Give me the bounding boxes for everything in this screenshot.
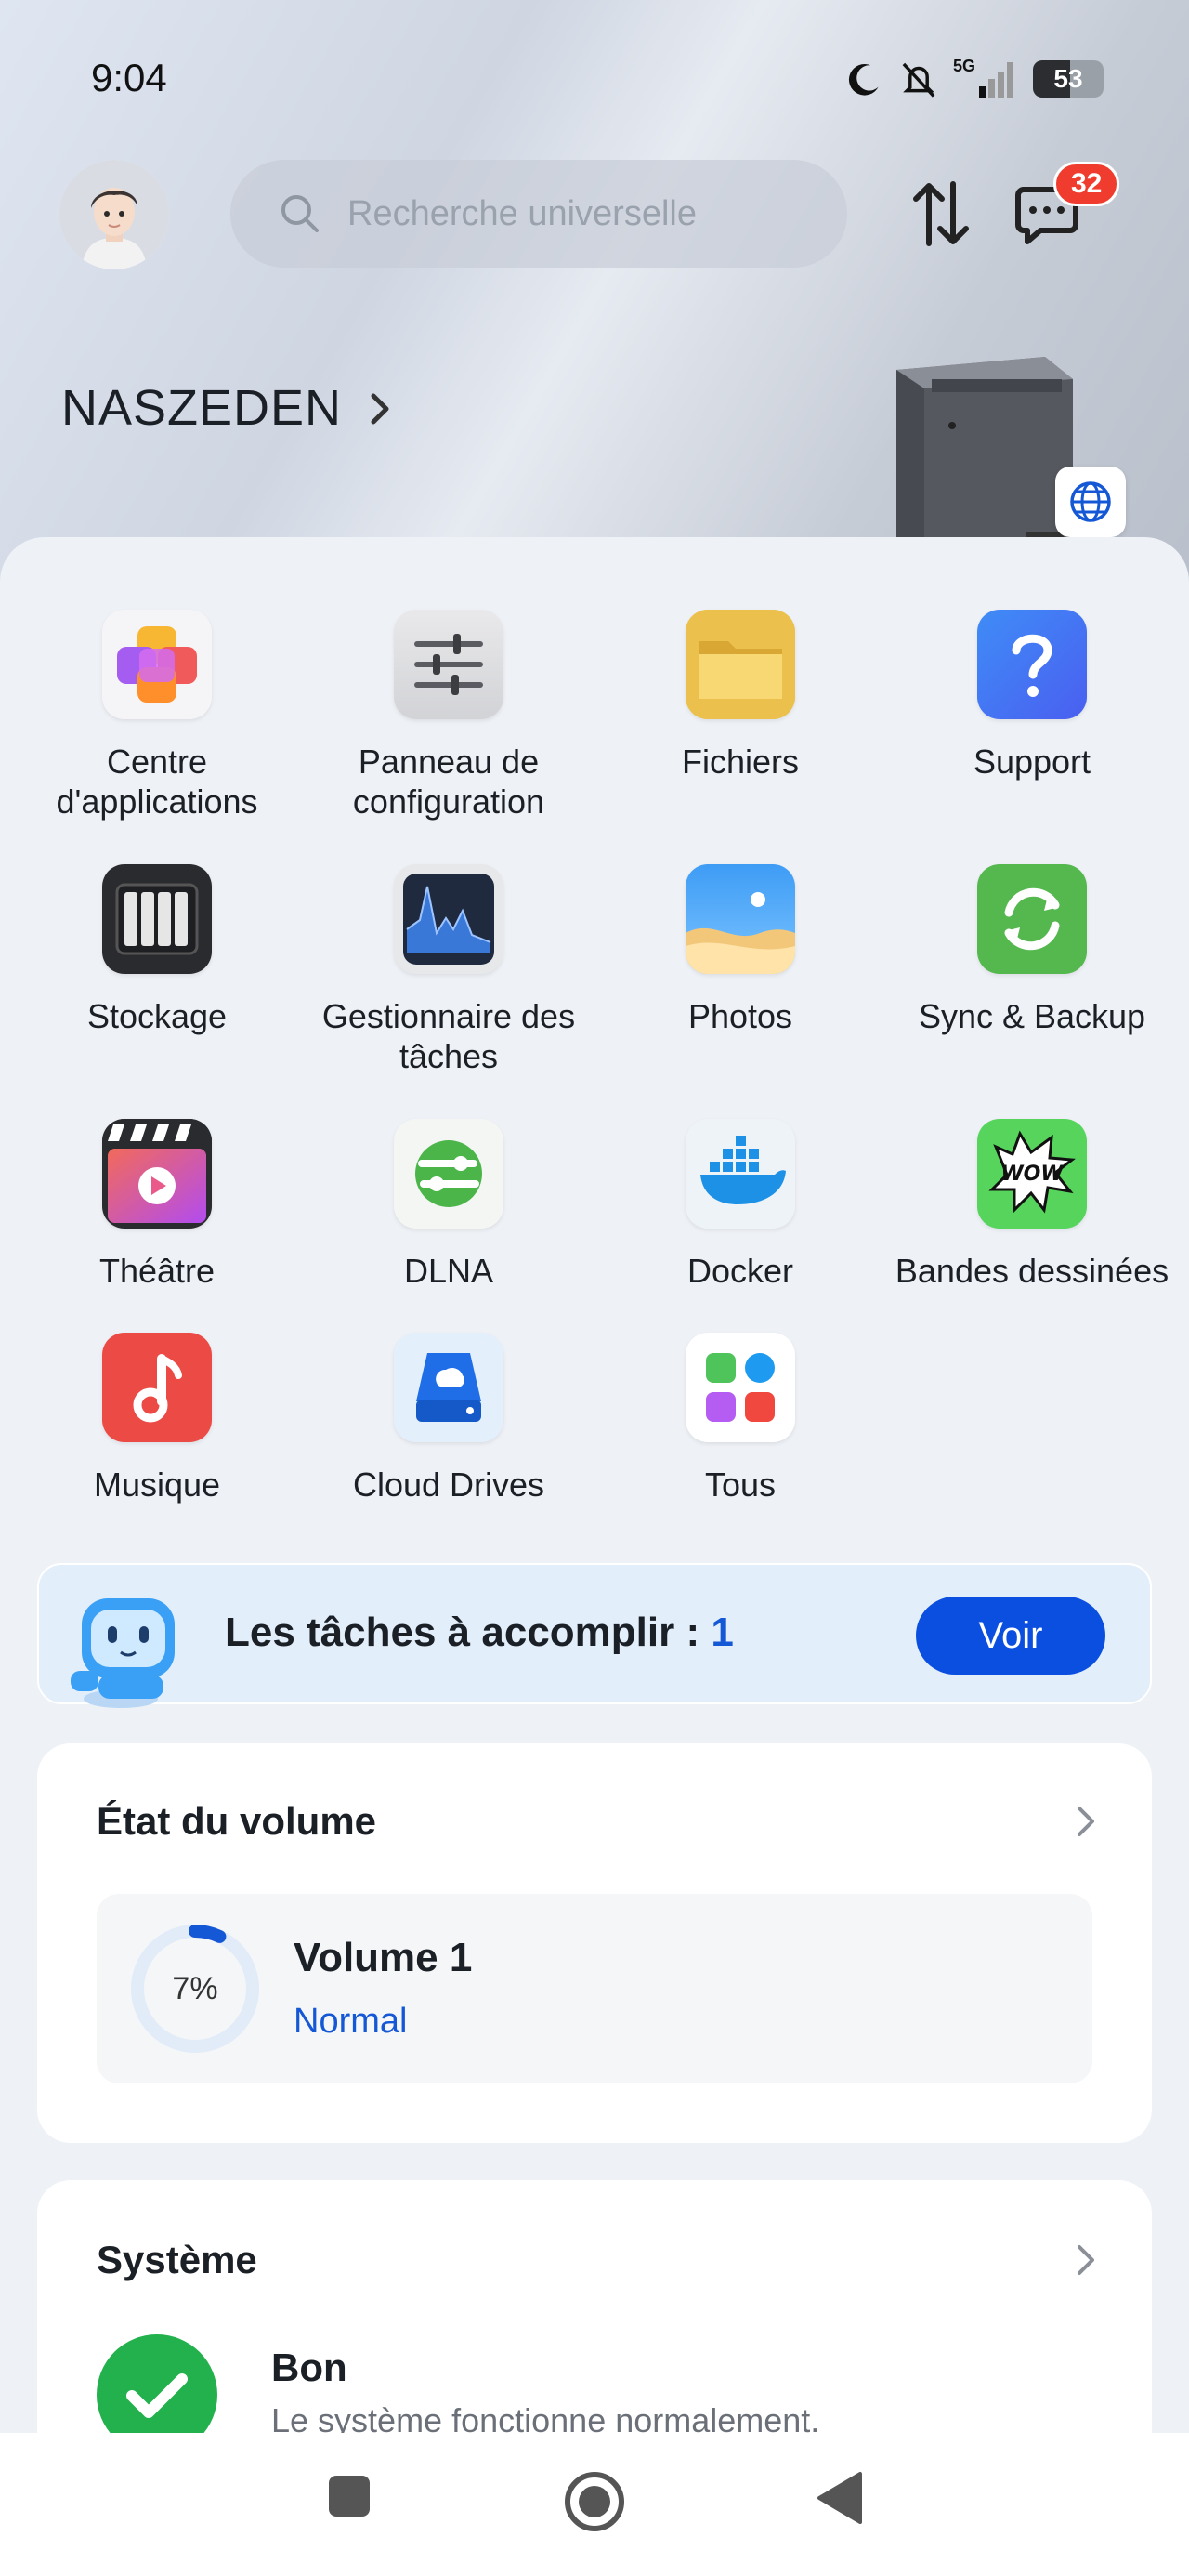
navigation-bar	[0, 2433, 1189, 2576]
search-icon	[281, 195, 319, 232]
app-label: Stockage	[86, 997, 228, 1035]
app-tous[interactable]: Tous	[594, 1333, 886, 1505]
app-photos[interactable]: Photos	[594, 864, 886, 1036]
storage-icon	[102, 864, 212, 974]
app-sync-backup[interactable]: Sync & Backup	[886, 864, 1178, 1036]
chevron-right-icon[interactable]	[1074, 1803, 1098, 1840]
volume-item[interactable]: 7% Volume 1 Normal	[97, 1894, 1092, 2083]
app-label: Sync & Backup	[918, 997, 1146, 1035]
app-support[interactable]: Support	[886, 610, 1178, 782]
do-not-disturb-icon	[848, 63, 879, 96]
app-dlna[interactable]: DLNA	[303, 1119, 594, 1291]
back-button-icon[interactable]	[816, 2470, 864, 2526]
app-stockage[interactable]: Stockage	[11, 864, 303, 1036]
volume-card-title: État du volume	[97, 1799, 377, 1843]
dlna-icon	[394, 1119, 503, 1229]
app-panneau-configuration[interactable]: Panneau de configuration	[303, 610, 594, 821]
settings-panel-icon	[394, 610, 503, 719]
app-gestionnaire-taches[interactable]: Gestionnaire des tâches	[303, 864, 594, 1076]
message-count-badge: 32	[1053, 162, 1120, 206]
app-theatre[interactable]: Théâtre	[11, 1119, 303, 1291]
status-time: 9:04	[91, 56, 167, 99]
home-button-icon[interactable]	[563, 2470, 626, 2533]
theater-icon	[102, 1119, 212, 1229]
tasks-text: Les tâches à accomplir : 1	[225, 1610, 734, 1656]
app-fichiers[interactable]: Fichiers	[594, 610, 886, 782]
status-bar: 9:04 5G 53	[0, 56, 1189, 102]
search-bar[interactable]: Recherche universelle	[230, 160, 847, 268]
remote-access-button[interactable]	[1055, 467, 1126, 537]
app-label: Fichiers	[681, 743, 800, 781]
comics-icon: WOW	[977, 1119, 1087, 1229]
app-label: DLNA	[403, 1252, 494, 1290]
search-placeholder: Recherche universelle	[347, 193, 697, 233]
view-tasks-button[interactable]: Voir	[916, 1597, 1105, 1675]
app-center-icon	[102, 610, 212, 719]
app-label: Théâtre	[98, 1252, 216, 1290]
cloud-drives-icon	[394, 1333, 503, 1442]
app-musique[interactable]: Musique	[11, 1333, 303, 1505]
app-label: Support	[973, 743, 1091, 781]
app-label: Centre d'applications	[56, 743, 258, 821]
battery-icon: 53	[1033, 60, 1104, 98]
app-label: Tous	[704, 1465, 777, 1504]
app-label: Photos	[687, 997, 793, 1035]
system-card-title: Système	[97, 2238, 257, 2281]
app-label: Gestionnaire des tâches	[321, 997, 576, 1075]
pending-tasks-banner[interactable]: Les tâches à accomplir : 1 Voir	[37, 1563, 1152, 1708]
app-centre-applications[interactable]: Centre d'applications	[11, 610, 303, 821]
volume-status: Normal	[294, 2002, 408, 2041]
app-label: Cloud Drives	[352, 1465, 545, 1504]
help-icon	[977, 610, 1087, 719]
volume-usage-percent: 7%	[172, 1970, 218, 2006]
user-avatar[interactable]	[59, 160, 169, 269]
app-label: Musique	[93, 1465, 221, 1504]
chevron-right-icon[interactable]	[1074, 2241, 1098, 2279]
system-status: Bon	[271, 2346, 347, 2389]
transfer-icon[interactable]	[908, 178, 973, 249]
svg-text:WOW: WOW	[1000, 1163, 1065, 1186]
app-cloud-drives[interactable]: Cloud Drives	[303, 1333, 594, 1505]
recents-button-icon[interactable]	[327, 2474, 372, 2518]
docker-icon	[686, 1119, 795, 1229]
app-docker[interactable]: Docker	[594, 1119, 886, 1291]
music-icon	[102, 1333, 212, 1442]
nas-device-image	[896, 357, 1073, 559]
battery-level: 53	[1053, 64, 1083, 93]
mute-icon	[902, 62, 935, 98]
app-bandes-dessinees[interactable]: WOW Bandes dessinées	[886, 1119, 1178, 1291]
tasks-label: Les tâches à accomplir :	[225, 1610, 712, 1655]
robot-assistant-icon	[71, 1598, 175, 1708]
all-apps-icon	[686, 1333, 795, 1442]
volume-name: Volume 1	[294, 1935, 473, 1980]
folder-icon	[686, 610, 795, 719]
volume-status-card[interactable]: État du volume 7% Volume 1 Normal	[37, 1743, 1152, 2143]
network-type: 5G	[953, 57, 975, 75]
app-label: Panneau de configuration	[352, 743, 545, 821]
app-label: Bandes dessinées	[895, 1252, 1169, 1290]
globe-icon	[1070, 481, 1111, 522]
apps-panel: Centre d'applications Panneau de configu…	[0, 537, 1189, 2433]
status-icons: 5G 53	[845, 56, 1104, 102]
tasks-count: 1	[711, 1610, 734, 1655]
device-name[interactable]: NASZEDEN	[61, 379, 342, 437]
signal-icon: 5G	[953, 57, 1013, 98]
sync-icon	[977, 864, 1087, 974]
task-manager-icon	[394, 864, 503, 974]
chevron-right-icon[interactable]	[366, 390, 394, 427]
photos-icon	[686, 864, 795, 974]
app-label: Docker	[686, 1252, 794, 1290]
